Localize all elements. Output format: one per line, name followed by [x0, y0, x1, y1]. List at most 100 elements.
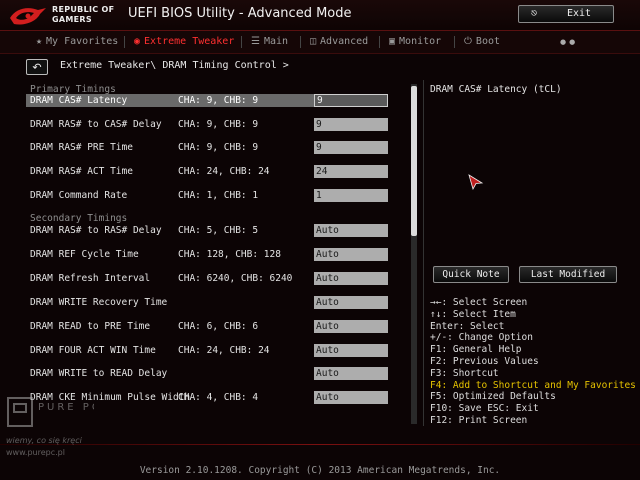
- exit-button[interactable]: ⎋ Exit: [518, 5, 614, 23]
- channel-values: CHA: 24, CHB: 24: [178, 166, 270, 177]
- setting-row[interactable]: DRAM WRITE to READ Delay Auto: [26, 367, 388, 380]
- setting-value-input[interactable]: Auto: [314, 391, 388, 404]
- tab-extreme-tweaker[interactable]: ◉ Extreme Tweaker: [134, 31, 234, 53]
- setting-row[interactable]: DRAM RAS# to RAS# Delay CHA: 5, CHB: 5 A…: [26, 224, 388, 237]
- setting-value-input[interactable]: 24: [314, 165, 388, 178]
- channel-values: CHA: 9, CHB: 9: [178, 142, 259, 153]
- setting-row[interactable]: DRAM RAS# to CAS# Delay CHA: 9, CHB: 9 9: [26, 118, 388, 131]
- scrollbar-thumb[interactable]: [411, 86, 417, 236]
- mouse-cursor-icon: [468, 174, 484, 190]
- watermark-slogan: wiemy, co się kręci: [6, 436, 82, 445]
- setting-label: DRAM CAS# Latency: [30, 95, 128, 106]
- app-title: UEFI BIOS Utility - Advanced Mode: [128, 6, 352, 21]
- setting-label: DRAM Command Rate: [30, 190, 128, 201]
- help-title: DRAM CAS# Latency (tCL): [430, 84, 562, 95]
- key-hint: ↑↓: Select Item: [430, 308, 516, 320]
- tab-divider: [379, 36, 380, 48]
- channel-values: CHA: 4, CHB: 4: [178, 392, 259, 403]
- setting-label: DRAM Refresh Interval: [30, 273, 151, 284]
- setting-row[interactable]: DRAM WRITE Recovery Time Auto: [26, 296, 388, 309]
- setting-label: DRAM RAS# to CAS# Delay: [30, 119, 162, 130]
- watermark-brand: PURE PC: [38, 402, 94, 413]
- version-footer: Version 2.10.1208. Copyright (C) 2013 Am…: [139, 465, 501, 476]
- channel-values: CHA: 9, CHB: 9: [178, 119, 259, 130]
- channel-values: CHA: 24, CHB: 24: [178, 345, 270, 356]
- tab-monitor[interactable]: ▣ Monitor: [389, 31, 441, 53]
- setting-row[interactable]: DRAM Refresh Interval CHA: 6240, CHB: 62…: [26, 272, 388, 285]
- tweaker-icon: ◉: [134, 36, 141, 47]
- key-hint: F12: Print Screen: [430, 414, 528, 426]
- setting-value-input[interactable]: Auto: [314, 344, 388, 357]
- section-secondary-timings: Secondary Timings: [30, 213, 128, 224]
- last-modified-button[interactable]: Last Modified: [519, 266, 617, 283]
- channel-values: CHA: 128, CHB: 128: [178, 249, 281, 260]
- key-hint: +/-: Change Option: [430, 332, 533, 344]
- setting-label: DRAM RAS# ACT Time: [30, 166, 133, 177]
- setting-row[interactable]: DRAM RAS# ACT Time CHA: 24, CHB: 24 24: [26, 165, 388, 178]
- setting-label: DRAM RAS# to RAS# Delay: [30, 225, 162, 236]
- setting-value-input[interactable]: Auto: [314, 320, 388, 333]
- key-hint: F1: General Help: [430, 344, 522, 356]
- setting-value-input[interactable]: Auto: [314, 272, 388, 285]
- tab-boot[interactable]: ⏻ Boot: [464, 31, 500, 53]
- tab-label: Main: [263, 36, 289, 47]
- key-hint: →←: Select Screen: [430, 297, 528, 308]
- setting-label: DRAM RAS# PRE Time: [30, 142, 133, 153]
- back-button[interactable]: ↶: [26, 59, 48, 75]
- tab-divider: [300, 36, 301, 48]
- setting-row[interactable]: DRAM CAS# Latency CHA: 9, CHB: 9 9: [26, 94, 388, 107]
- key-hint: F2: Previous Values: [430, 355, 539, 367]
- tab-label: My Favorites: [46, 36, 119, 47]
- monitor-icon: ▣: [389, 36, 396, 47]
- setting-value-input[interactable]: Auto: [314, 296, 388, 309]
- setting-label: DRAM FOUR ACT WIN Time: [30, 345, 156, 356]
- footer-divider: [0, 444, 640, 445]
- back-arrow-icon: ↶: [32, 61, 42, 74]
- tab-label: Advanced: [320, 36, 369, 47]
- exit-icon: ⎋: [531, 8, 538, 19]
- list-icon: ☰: [251, 36, 260, 47]
- setting-row[interactable]: DRAM READ to PRE Time CHA: 6, CHB: 6 Aut…: [26, 320, 388, 333]
- breadcrumb: Extreme Tweaker\ DRAM Timing Control >: [60, 60, 289, 71]
- panel-divider: [423, 80, 424, 426]
- tab-label: Boot: [475, 36, 501, 47]
- setting-value-input[interactable]: 9: [314, 141, 388, 154]
- watermark-url: www.purepc.pl: [6, 448, 65, 457]
- tab-advanced[interactable]: ◫ Advanced: [310, 31, 368, 53]
- key-hint: F3: Shortcut: [430, 367, 499, 379]
- quick-note-button[interactable]: Quick Note: [433, 266, 509, 283]
- purepc-watermark-logo: PURE PC: [7, 397, 94, 427]
- setting-row[interactable]: DRAM RAS# PRE Time CHA: 9, CHB: 9 9: [26, 141, 388, 154]
- brand-line-1: REPUBLIC OF: [52, 5, 115, 14]
- key-legend: →←: Select Screen ↑↓: Select Item Enter:…: [430, 297, 636, 427]
- tab-my-favorites[interactable]: ★ My Favorites: [36, 31, 118, 53]
- key-hint: F10: Save ESC: Exit: [430, 403, 539, 415]
- channel-values: CHA: 1, CHB: 1: [178, 190, 259, 201]
- page-dots-indicator[interactable]: ●●: [560, 38, 578, 46]
- key-hint: F5: Optimized Defaults: [430, 391, 556, 403]
- setting-value-input[interactable]: Auto: [314, 248, 388, 261]
- setting-label: DRAM REF Cycle Time: [30, 249, 139, 260]
- star-icon: ★: [36, 36, 43, 47]
- tab-label: Monitor: [399, 36, 442, 47]
- tab-bar: ★ My Favorites ◉ Extreme Tweaker ☰ Main ◫ Ad…: [0, 31, 640, 54]
- setting-value-input[interactable]: Auto: [314, 224, 388, 237]
- brand-line-2: GAMERS: [52, 15, 92, 24]
- setting-label: DRAM WRITE to READ Delay: [30, 368, 168, 379]
- channel-values: CHA: 6, CHB: 6: [178, 321, 259, 332]
- setting-row[interactable]: DRAM REF Cycle Time CHA: 128, CHB: 128 A…: [26, 248, 388, 261]
- setting-row[interactable]: DRAM FOUR ACT WIN Time CHA: 24, CHB: 24 …: [26, 344, 388, 357]
- tab-main[interactable]: ☰ Main: [251, 31, 288, 53]
- setting-label: DRAM WRITE Recovery Time: [30, 297, 168, 308]
- setting-row[interactable]: DRAM Command Rate CHA: 1, CHB: 1 1: [26, 189, 388, 202]
- tab-label: Extreme Tweaker: [144, 36, 235, 47]
- channel-values: CHA: 6240, CHB: 6240: [178, 273, 293, 284]
- brand-text: REPUBLIC OF GAMERS: [52, 5, 114, 25]
- advanced-icon: ◫: [310, 36, 317, 47]
- setting-value-input[interactable]: 1: [314, 189, 388, 202]
- setting-value-input[interactable]: 9: [314, 118, 388, 131]
- setting-value-input[interactable]: 9: [314, 94, 388, 107]
- key-hint: Enter: Select: [430, 320, 505, 332]
- channel-values: CHA: 5, CHB: 5: [178, 225, 259, 236]
- setting-value-input[interactable]: Auto: [314, 367, 388, 380]
